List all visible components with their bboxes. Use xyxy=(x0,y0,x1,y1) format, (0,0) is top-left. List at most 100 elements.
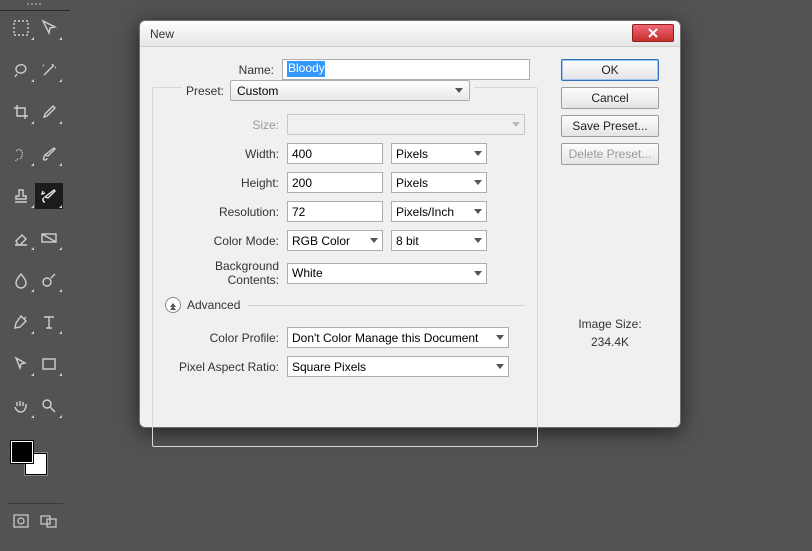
width-unit-select[interactable]: Pixels xyxy=(391,143,487,164)
pen-icon xyxy=(12,313,30,331)
image-size-block: Image Size: 234.4K xyxy=(578,317,641,349)
marquee-icon xyxy=(12,19,30,37)
colorprofile-select[interactable]: Don't Color Manage this Document xyxy=(287,327,509,348)
magic-wand-tool[interactable] xyxy=(35,57,63,83)
brush-icon xyxy=(40,145,58,163)
toolbox xyxy=(0,11,70,551)
screen-mode-icon[interactable] xyxy=(40,513,58,529)
stamp-tool[interactable] xyxy=(7,183,35,209)
gradient-tool[interactable] xyxy=(35,225,63,251)
healing-brush-tool[interactable] xyxy=(7,141,35,167)
history-brush-icon xyxy=(40,187,58,205)
par-value: Square Pixels xyxy=(292,360,366,374)
toolbox-footer xyxy=(7,503,63,531)
size-select xyxy=(287,114,525,135)
crop-tool[interactable] xyxy=(7,99,35,125)
zoom-icon xyxy=(40,397,58,415)
path-select-tool[interactable] xyxy=(7,351,35,377)
pen-tool[interactable] xyxy=(7,309,35,335)
color-swatches xyxy=(7,441,63,481)
advanced-label: Advanced xyxy=(187,298,240,312)
bgcontents-value: White xyxy=(292,266,323,280)
preset-value: Custom xyxy=(237,84,278,98)
close-button[interactable] xyxy=(632,24,674,42)
marquee-tool[interactable] xyxy=(7,15,35,41)
cancel-button[interactable]: Cancel xyxy=(561,87,659,109)
chevron-down-icon xyxy=(474,151,482,156)
preset-row: Preset: Custom xyxy=(182,80,474,101)
hand-tool[interactable] xyxy=(7,393,35,419)
colordepth-select[interactable]: 8 bit xyxy=(391,230,487,251)
par-select[interactable]: Square Pixels xyxy=(287,356,509,377)
dodge-icon xyxy=(40,271,58,289)
healing-brush-icon xyxy=(12,145,30,163)
image-size-value: 234.4K xyxy=(578,335,641,349)
resolution-label: Resolution: xyxy=(165,205,287,219)
name-label: Name: xyxy=(152,63,282,77)
chevron-down-icon xyxy=(474,271,482,276)
lasso-icon xyxy=(12,61,30,79)
width-unit-value: Pixels xyxy=(396,147,428,161)
quick-mask-icon[interactable] xyxy=(12,513,30,529)
size-label: Size: xyxy=(165,118,287,132)
type-tool[interactable] xyxy=(35,309,63,335)
colorprofile-value: Don't Color Manage this Document xyxy=(292,331,478,345)
image-size-label: Image Size: xyxy=(578,317,641,331)
height-input[interactable] xyxy=(287,172,383,193)
chevron-down-icon xyxy=(474,180,482,185)
chevron-down-icon xyxy=(496,364,504,369)
chevron-down-icon xyxy=(370,238,378,243)
advanced-toggle[interactable] xyxy=(165,297,181,313)
chevron-down-icon xyxy=(474,238,482,243)
width-input[interactable] xyxy=(287,143,383,164)
par-label: Pixel Aspect Ratio: xyxy=(165,360,287,374)
resolution-unit-select[interactable]: Pixels/Inch xyxy=(391,201,487,222)
colormode-select[interactable]: RGB Color xyxy=(287,230,383,251)
type-icon xyxy=(40,313,58,331)
height-unit-select[interactable]: Pixels xyxy=(391,172,487,193)
brush-tool[interactable] xyxy=(35,141,63,167)
ok-button[interactable]: OK xyxy=(561,59,659,81)
resolution-input[interactable] xyxy=(287,201,383,222)
foreground-color[interactable] xyxy=(11,441,33,463)
shape-icon xyxy=(40,355,58,373)
colormode-label: Color Mode: xyxy=(165,234,287,248)
save-preset-button[interactable]: Save Preset... xyxy=(561,115,659,137)
lasso-tool[interactable] xyxy=(7,57,35,83)
advanced-row: Advanced xyxy=(165,297,525,313)
toolbox-handle[interactable] xyxy=(0,0,70,11)
close-icon xyxy=(648,28,658,38)
dialog-titlebar[interactable]: New xyxy=(140,21,680,47)
preset-select[interactable]: Custom xyxy=(230,80,470,101)
hand-icon xyxy=(12,397,30,415)
path-select-icon xyxy=(12,355,30,373)
eyedropper-tool[interactable] xyxy=(35,99,63,125)
dialog-title: New xyxy=(150,27,174,41)
divider xyxy=(248,305,525,306)
move-icon xyxy=(40,19,58,37)
bgcontents-label: Background Contents: xyxy=(165,259,287,287)
history-brush-tool[interactable] xyxy=(35,183,63,209)
eyedropper-icon xyxy=(40,103,58,121)
resolution-unit-value: Pixels/Inch xyxy=(396,205,454,219)
move-tool[interactable] xyxy=(35,15,63,41)
chevron-down-icon xyxy=(474,209,482,214)
dodge-tool[interactable] xyxy=(35,267,63,293)
bgcontents-select[interactable]: White xyxy=(287,263,487,284)
blur-icon xyxy=(12,271,30,289)
blur-tool[interactable] xyxy=(7,267,35,293)
chevron-down-icon xyxy=(496,335,504,340)
stamp-icon xyxy=(12,187,30,205)
height-label: Height: xyxy=(165,176,287,190)
width-label: Width: xyxy=(165,147,287,161)
zoom-tool[interactable] xyxy=(35,393,63,419)
eraser-icon xyxy=(12,229,30,247)
shape-tool[interactable] xyxy=(35,351,63,377)
chevron-down-icon xyxy=(455,88,463,93)
eraser-tool[interactable] xyxy=(7,225,35,251)
colordepth-value: 8 bit xyxy=(396,234,419,248)
crop-icon xyxy=(12,103,30,121)
name-input[interactable] xyxy=(282,59,530,80)
colormode-value: RGB Color xyxy=(292,234,350,248)
height-unit-value: Pixels xyxy=(396,176,428,190)
